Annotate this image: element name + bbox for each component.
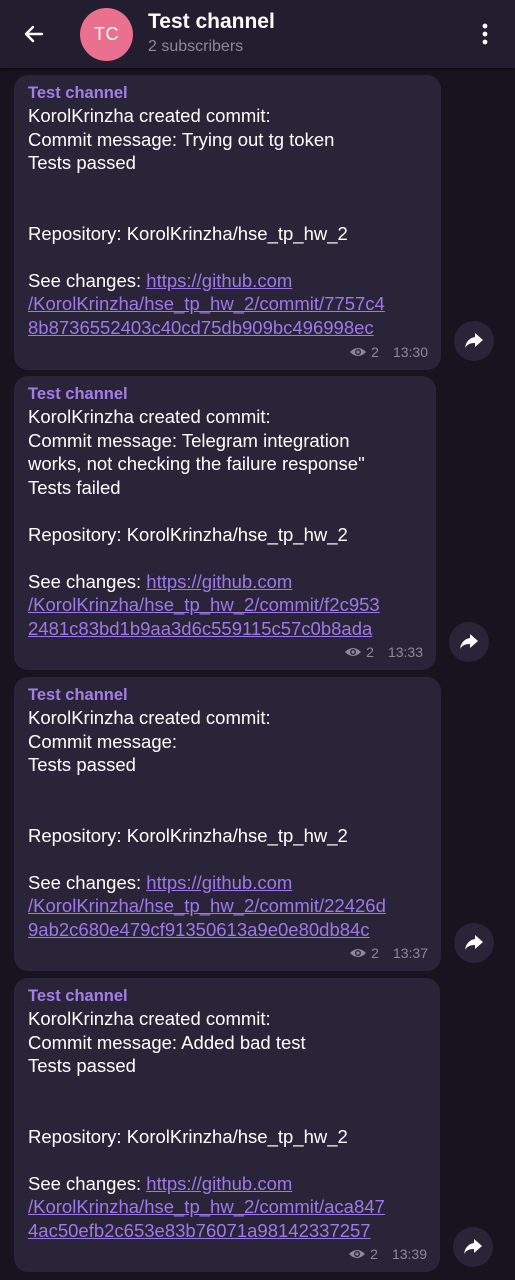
more-options-button[interactable] <box>468 14 502 54</box>
eye-icon <box>349 1250 366 1259</box>
message-bubble[interactable]: Test channel KorolKrinzha created commit… <box>14 75 441 370</box>
message-time: 13:30 <box>392 343 428 360</box>
message-line <box>28 1078 426 1102</box>
commit-link[interactable]: /KorolKrinzha/hse_tp_hw_2/commit/22426d <box>28 895 386 916</box>
see-changes-line: See changes: https://github.com <box>28 871 427 895</box>
commit-link[interactable]: /KorolKrinzha/hse_tp_hw_2/commit/7757c4 <box>28 293 385 314</box>
share-arrow-icon <box>460 634 478 649</box>
message-line: Commit message: Trying out tg token <box>28 128 335 150</box>
see-changes-label: See changes: <box>28 1172 147 1194</box>
see-changes-label: See changes: <box>28 570 147 592</box>
more-vertical-icon <box>482 23 488 45</box>
message-line: Tests passed <box>28 1055 136 1076</box>
message-meta: 2 13:37 <box>349 942 428 966</box>
share-button[interactable] <box>454 923 494 963</box>
message-line <box>28 175 427 199</box>
repository-line: Repository: KorolKrinzha/hse_tp_hw_2 <box>28 824 348 846</box>
subscriber-count: 2 subscribers <box>148 38 244 55</box>
message-line: Commit message: Telegram integration <box>28 429 350 451</box>
view-count: 2 <box>371 944 379 961</box>
eye-icon <box>350 949 367 958</box>
message-sender[interactable]: Test channel <box>28 986 426 1006</box>
message-time: 13:33 <box>387 643 423 660</box>
back-arrow-icon <box>24 25 44 43</box>
message-time: 13:37 <box>392 944 428 961</box>
commit-link[interactable]: https://github.com <box>146 1173 292 1194</box>
eye-icon <box>350 348 367 357</box>
message-bubble[interactable]: Test channel KorolKrinzha created commit… <box>14 978 440 1272</box>
share-arrow-icon <box>464 1239 482 1254</box>
message-line: Tests passed <box>28 754 136 775</box>
message-line: KorolKrinzha created commit: <box>28 105 271 126</box>
message-line: KorolKrinzha created commit: <box>28 707 271 728</box>
share-button[interactable] <box>453 1227 493 1267</box>
message-line: works, not checking the failure response… <box>28 453 365 474</box>
message-line: Tests failed <box>28 476 121 498</box>
channel-title[interactable]: Test channel <box>148 10 275 34</box>
message-meta: 2 13:39 <box>348 1243 427 1267</box>
back-button[interactable] <box>14 14 54 54</box>
commit-link[interactable]: /KorolKrinzha/hse_tp_hw_2/commit/aca847 <box>28 1196 385 1217</box>
see-changes-line: See changes: https://github.com <box>28 269 427 293</box>
share-arrow-icon <box>465 935 483 950</box>
repository-line: Repository: KorolKrinzha/hse_tp_hw_2 <box>28 1125 348 1147</box>
message-line: Commit message: <box>28 730 178 752</box>
message-line: KorolKrinzha created commit: <box>28 1008 271 1029</box>
see-changes-label: See changes: <box>28 871 147 893</box>
see-changes-line: See changes: https://github.com <box>28 570 422 594</box>
share-button[interactable] <box>454 321 494 361</box>
message-meta: 2 13:33 <box>344 641 423 665</box>
message-line: KorolKrinzha created commit: <box>28 406 271 427</box>
message-sender[interactable]: Test channel <box>28 83 427 103</box>
commit-link[interactable]: https://github.com <box>146 571 292 592</box>
commit-link[interactable]: 2481c83bd1b9aa3d6c559115c57c0b8ada <box>28 618 372 639</box>
message-bubble[interactable]: Test channel KorolKrinzha created commit… <box>14 376 436 670</box>
commit-link[interactable]: https://github.com <box>146 872 292 893</box>
view-count: 2 <box>370 1245 378 1262</box>
commit-link[interactable]: 4ac50efb2c653e83b76071a98142337257 <box>28 1220 371 1241</box>
message-sender[interactable]: Test channel <box>28 685 427 705</box>
repository-line: Repository: KorolKrinzha/hse_tp_hw_2 <box>28 222 348 244</box>
share-arrow-icon <box>465 333 483 348</box>
commit-link[interactable]: 8b8736552403c40cd75db909bc496998ec <box>28 317 374 338</box>
commit-link[interactable]: /KorolKrinzha/hse_tp_hw_2/commit/f2c953 <box>28 594 380 615</box>
message-line <box>28 777 427 801</box>
message-line: Commit message: Added bad test <box>28 1031 306 1053</box>
eye-icon <box>345 648 362 657</box>
channel-avatar[interactable]: TC <box>80 8 133 61</box>
view-count: 2 <box>371 343 379 360</box>
message-line: Tests passed <box>28 152 136 173</box>
message-meta: 2 13:30 <box>349 341 428 365</box>
see-changes-label: See changes: <box>28 269 147 291</box>
chat-header: TC Test channel 2 subscribers <box>0 0 515 68</box>
message-sender[interactable]: Test channel <box>28 384 422 404</box>
see-changes-line: See changes: https://github.com <box>28 1172 426 1196</box>
share-button[interactable] <box>449 622 489 662</box>
commit-link[interactable]: 9ab2c680e479cf91350613a9e0e80db84c <box>28 919 370 940</box>
commit-link[interactable]: https://github.com <box>146 270 292 291</box>
repository-line: Repository: KorolKrinzha/hse_tp_hw_2 <box>28 523 348 545</box>
view-count: 2 <box>366 643 374 660</box>
message-time: 13:39 <box>391 1245 427 1262</box>
message-bubble[interactable]: Test channel KorolKrinzha created commit… <box>14 677 441 971</box>
